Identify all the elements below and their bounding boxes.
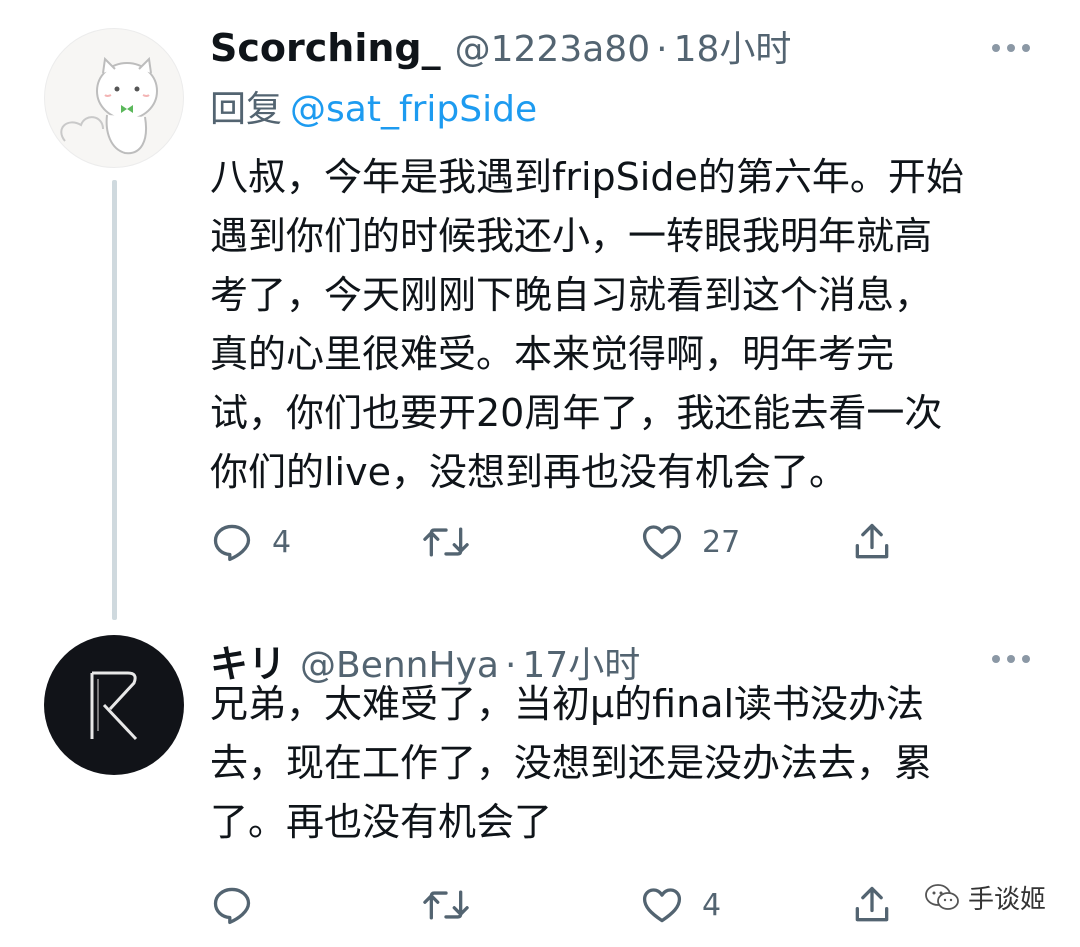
action-bar: 4 — [210, 880, 1040, 930]
reply-button[interactable]: 4 — [210, 517, 291, 567]
tweet-text: 八叔，今年是我遇到fripSide的第六年。开始 遇到你们的时候我还小，一转眼我… — [210, 148, 1040, 502]
retweet-icon — [423, 890, 469, 920]
tweet-text-line: 你们的live，没想到再也没有机会了。 — [210, 450, 847, 494]
k-logo-avatar-icon — [90, 671, 138, 741]
avatar[interactable] — [44, 28, 184, 168]
display-name[interactable]: Scorching_ — [210, 26, 441, 70]
retweet-button[interactable] — [422, 880, 488, 930]
tweet-text-line: 去，现在工作了，没想到还是没办法去，累 — [210, 741, 933, 785]
timestamp[interactable]: 18小时 — [674, 20, 792, 72]
like-count: 27 — [702, 524, 741, 560]
avatar[interactable] — [44, 635, 184, 775]
like-icon — [642, 888, 682, 923]
tweet-text-line: 兄弟，太难受了，当初μ的final读书没办法 — [210, 682, 925, 726]
like-button[interactable]: 27 — [640, 517, 740, 567]
reply-button[interactable] — [210, 880, 272, 930]
retweet-icon — [423, 527, 469, 557]
action-bar: 4 27 — [210, 517, 1040, 567]
share-icon — [855, 523, 889, 559]
cat-avatar-icon — [60, 56, 158, 155]
share-icon — [855, 886, 889, 922]
tweet-header: Scorching_ @1223a80 · 18小时 — [210, 20, 791, 72]
like-icon — [642, 525, 682, 560]
reply-to: 回复 @sat_fripSide — [210, 80, 537, 132]
user-handle[interactable]: @1223a80 — [455, 29, 651, 70]
like-button[interactable]: 4 — [640, 880, 721, 930]
tweet-text-line: 了。再也没有机会了 — [210, 800, 553, 844]
tweet-text-line: 真的心里很难受。本来觉得啊，明年考完 — [210, 332, 895, 376]
tweet[interactable]: Scorching_ @1223a80 · 18小时 回复 @sat_fripSi… — [0, 0, 1080, 625]
tweet-text-line: 试，你们也要开20周年了，我还能去看一次 — [210, 391, 943, 435]
separator-dot: · — [656, 29, 668, 70]
reply-user-link[interactable]: @sat_fripSide — [290, 89, 537, 130]
reply-prefix: 回复 — [210, 89, 283, 130]
watermark: 手谈姬 — [919, 877, 1050, 918]
more-icon[interactable] — [992, 44, 1030, 52]
tweet-text-line: 考了，今天刚刚下晚自习就看到这个消息， — [210, 273, 933, 317]
thread-line — [112, 180, 117, 620]
share-button[interactable] — [850, 517, 894, 567]
share-button[interactable] — [850, 880, 894, 930]
retweet-button[interactable] — [422, 517, 488, 567]
reply-icon — [213, 887, 251, 925]
reply-count: 4 — [272, 524, 292, 560]
more-icon[interactable] — [992, 655, 1030, 663]
like-count: 4 — [702, 887, 722, 923]
watermark-text: 手谈姬 — [967, 885, 1046, 915]
reply-icon — [213, 524, 251, 562]
tweet-text-line: 遇到你们的时候我还小，一转眼我明年就高 — [210, 214, 933, 258]
tweet-text-line: 八叔，今年是我遇到fripSide的第六年。开始 — [210, 155, 964, 199]
tweet-text: 兄弟，太难受了，当初μ的final读书没办法 去，现在工作了，没想到还是没办法去… — [210, 675, 1040, 852]
wechat-icon — [925, 883, 959, 910]
